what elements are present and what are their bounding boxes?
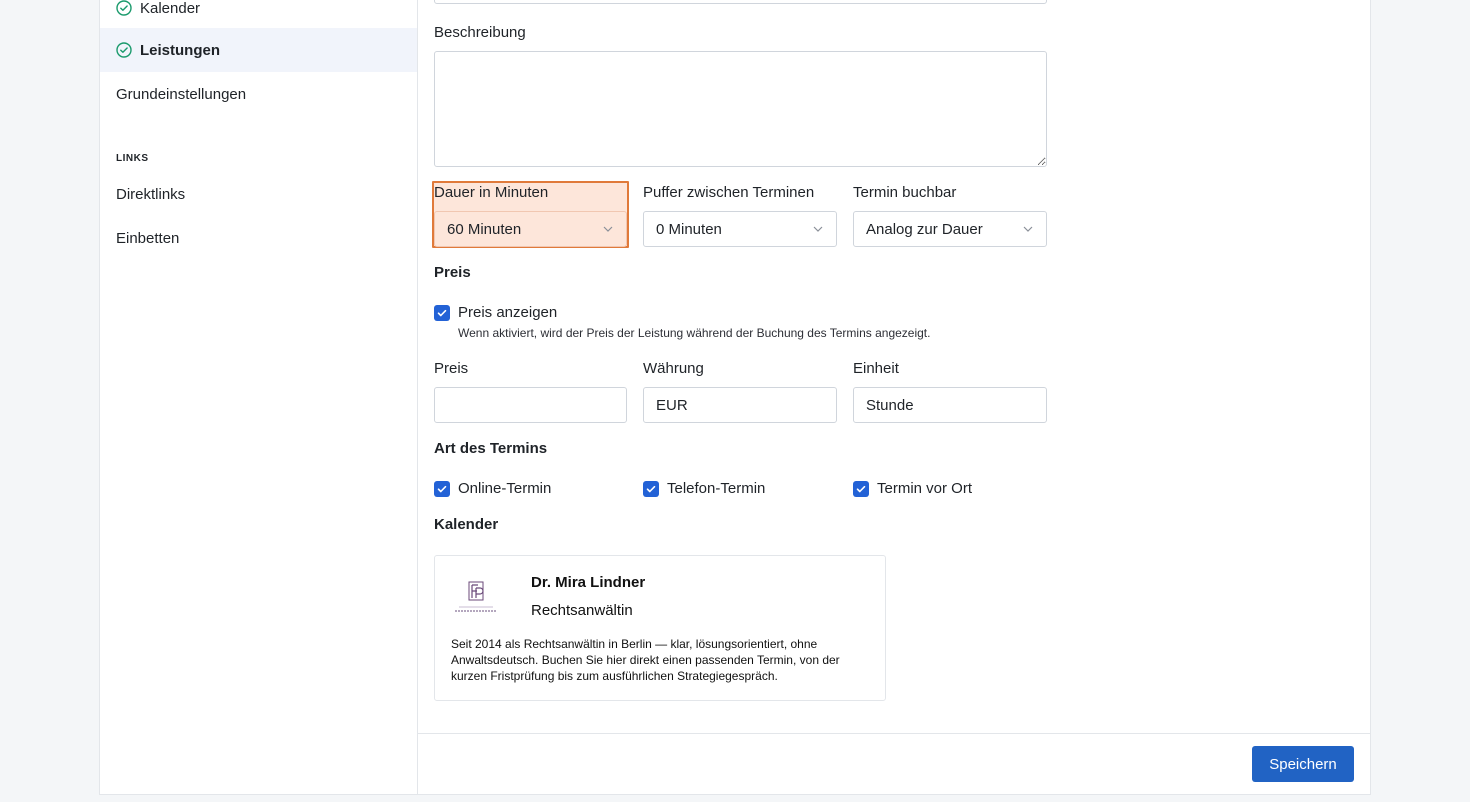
check-circle-icon — [116, 42, 132, 58]
chevron-down-icon — [812, 223, 824, 235]
waehrung-label: Währung — [643, 360, 704, 377]
sidebar-item-label: Einbetten — [116, 229, 180, 247]
check-circle-icon — [116, 0, 132, 16]
waehrung-input[interactable]: EUR — [643, 387, 837, 423]
vor-ort-termin-checkbox[interactable] — [853, 481, 869, 497]
checkmark-icon — [437, 309, 447, 317]
dauer-select-value: 60 Minuten — [447, 220, 522, 238]
puffer-select[interactable]: 0 Minuten — [643, 211, 837, 247]
beschreibung-textarea[interactable] — [434, 51, 1047, 167]
checkmark-icon — [856, 485, 866, 493]
name-input[interactable] — [434, 0, 1047, 4]
profile-name: Dr. Mira Lindner — [531, 574, 646, 591]
checkmark-icon — [646, 485, 656, 493]
chevron-down-icon — [602, 223, 614, 235]
sidebar-item-kalender[interactable]: Kalender — [100, 0, 417, 30]
beschreibung-label: Beschreibung — [434, 24, 526, 41]
puffer-label: Puffer zwischen Terminen — [643, 184, 815, 201]
chevron-down-icon — [1022, 223, 1034, 235]
main-content: Beschreibung Dauer in Minuten 60 Minuten… — [418, 0, 1370, 794]
save-button[interactable]: Speichern — [1252, 746, 1354, 782]
preis-anzeigen-label: Preis anzeigen — [458, 304, 558, 321]
online-termin-label: Online-Termin — [458, 480, 552, 497]
firm-logo — [451, 576, 501, 618]
sidebar-item-einbetten[interactable]: Einbetten — [100, 216, 417, 260]
telefon-termin-label: Telefon-Termin — [667, 480, 766, 497]
dauer-label: Dauer in Minuten — [434, 184, 549, 201]
buchbar-label: Termin buchbar — [853, 184, 957, 201]
sidebar-item-label: Leistungen — [140, 41, 221, 59]
buchbar-select[interactable]: Analog zur Dauer — [853, 211, 1047, 247]
form-footer: Speichern — [418, 733, 1370, 795]
settings-card: Kalender Leistungen Grundeinstellungen L… — [99, 0, 1371, 795]
profile-role: Rechtsanwältin — [531, 602, 633, 619]
buchbar-select-value: Analog zur Dauer — [866, 220, 983, 238]
preis-anzeigen-checkbox[interactable] — [434, 305, 450, 321]
kalender-heading: Kalender — [434, 516, 499, 533]
profile-bio: Seit 2014 als Rechtsanwältin in Berlin —… — [451, 637, 840, 683]
preis-heading: Preis — [434, 264, 471, 281]
sidebar-item-grundeinstellungen[interactable]: Grundeinstellungen — [100, 72, 417, 116]
sidebar-item-label: Kalender — [140, 0, 201, 17]
puffer-select-value: 0 Minuten — [656, 220, 722, 238]
sidebar-item-label: Direktlinks — [116, 185, 186, 203]
einheit-label: Einheit — [853, 360, 899, 377]
online-termin-checkbox[interactable] — [434, 481, 450, 497]
sidebar-item-label: Grundeinstellungen — [116, 85, 247, 103]
checkmark-icon — [437, 485, 447, 493]
telefon-termin-checkbox[interactable] — [643, 481, 659, 497]
links-section-label: LINKS — [116, 153, 149, 164]
preis-anzeigen-hint: Wenn aktiviert, wird der Preis der Leist… — [458, 326, 931, 340]
vor-ort-termin-label: Termin vor Ort — [877, 480, 973, 497]
sidebar-item-direktlinks[interactable]: Direktlinks — [100, 172, 417, 216]
dauer-select[interactable]: 60 Minuten — [434, 211, 627, 247]
preis-label: Preis — [434, 360, 469, 377]
sidebar: Kalender Leistungen Grundeinstellungen L… — [100, 0, 418, 794]
calendar-profile-card[interactable]: Dr. Mira Lindner Rechtsanwältin Seit 201… — [434, 555, 886, 701]
einheit-input[interactable]: Stunde — [853, 387, 1047, 423]
preis-input[interactable] — [434, 387, 627, 423]
art-heading: Art des Termins — [434, 440, 548, 457]
sidebar-item-leistungen[interactable]: Leistungen — [100, 28, 417, 72]
